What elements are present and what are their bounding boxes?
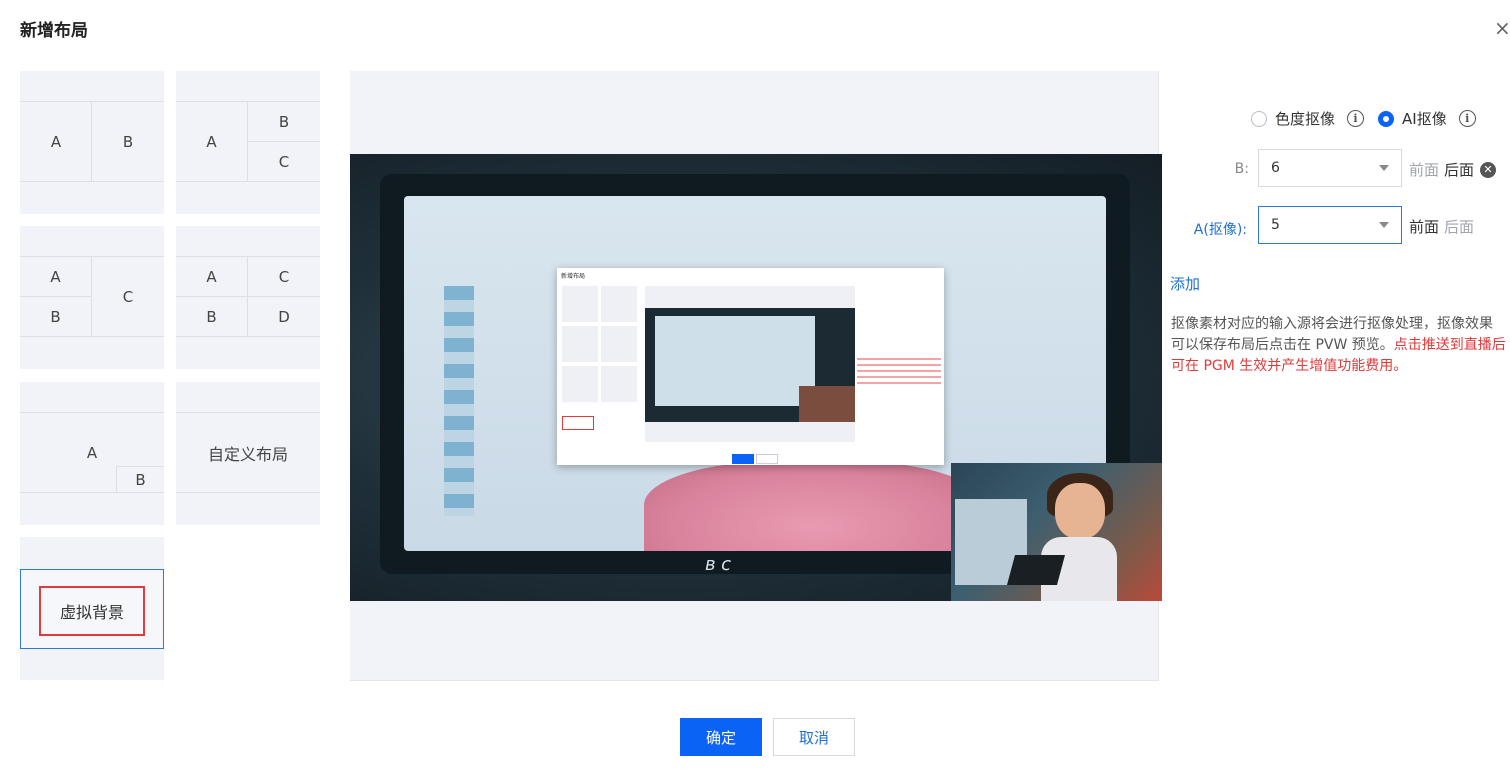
layout-frame: A B [20,412,164,493]
nested-preview [645,286,855,442]
source-b-order: 前面 后面 ✕ [1409,159,1497,180]
cell-b: B [206,307,217,326]
nested-cancel-button [756,454,778,464]
source-b-label: B: [1234,161,1249,177]
source-a-select[interactable]: 5 [1258,206,1402,244]
cell-d: D [278,307,290,326]
radio-chroma-key-label[interactable]: 色度抠像 [1275,108,1335,129]
nested-confirm-button [732,454,754,464]
matting-mode-group: 色度抠像 i AI抠像 i [1251,108,1490,129]
custom-layout-label: 自定义布局 [207,444,288,464]
source-b-back[interactable]: 后面 [1444,159,1474,180]
layout-tile-a-bc[interactable]: A B C [176,71,320,214]
source-b-value: 6 [1271,160,1280,176]
radio-ai-matting[interactable] [1378,110,1395,127]
source-a-order: 前面 后面 [1409,216,1474,237]
nested-dialog-title: 新增布局 [561,273,586,280]
dialog-title: 新增布局 [20,21,88,41]
virtual-background-label: 虚拟背景 [39,586,145,636]
matting-note: 抠像素材对应的输入源将会进行抠像处理，抠像效果可以保存布局后点击在 PVW 预览… [1171,314,1506,377]
radio-chroma-key[interactable] [1251,110,1267,127]
nested-dialog-screenshot: 新增布局 [557,268,944,465]
monitor-logo-graphic: ʙ ᴄ [705,554,732,575]
nested-virtual-bg-tile [562,416,594,430]
source-a-value: 5 [1271,217,1280,233]
settings-panel: 色度抠像 i AI抠像 i B: 6 前面 后面 ✕ A(抠像): 5 前面 后… [1159,71,1510,681]
cell-a: A [50,132,62,151]
preview-scene-pip [951,463,1162,601]
pip-person-face [1055,483,1105,539]
cell-c: C [122,287,134,306]
confirm-button[interactable]: 确定 [680,718,762,756]
radio-ai-matting-label[interactable]: AI抠像 [1402,108,1447,129]
source-a-front[interactable]: 前面 [1409,216,1439,237]
cell-c: C [278,152,290,171]
close-icon[interactable]: × [1494,18,1510,38]
layout-tile-pip[interactable]: A B [20,382,164,525]
layout-tile-virtual-background[interactable]: 虚拟背景 [20,537,164,680]
preview-scene-main: ʙ ᴄ 新增布局 [350,154,1162,601]
nested-tile [562,326,598,362]
layout-tile-custom[interactable]: 自定义布局 [176,382,320,525]
nested-tile [601,286,637,322]
info-icon[interactable]: i [1347,110,1365,127]
chevron-down-icon [1379,222,1389,228]
layout-frame: A B C [176,101,320,182]
nested-tile [562,286,598,322]
cell-a: A [206,132,217,151]
cell-b: B [278,112,290,131]
divider [247,257,248,336]
source-b-select[interactable]: 6 [1258,149,1402,187]
remove-icon[interactable]: ✕ [1480,161,1497,178]
nested-tile [601,326,637,362]
nested-pip [799,386,855,422]
layout-frame: 虚拟背景 [20,569,164,649]
layout-frame: A C B D [176,256,320,337]
screen-sidebar-graphic [444,286,474,516]
cell-b: B [50,307,61,326]
source-a-label: A(抠像): [1193,222,1247,238]
layout-tile-abcd[interactable]: A C B D [176,226,320,369]
info-icon[interactable]: i [1458,110,1476,127]
layout-tile-ab-c[interactable]: A B C [20,226,164,369]
layout-frame: 自定义布局 [176,412,320,493]
add-source-link[interactable]: 添加 [1170,273,1200,294]
cell-b: B [122,132,134,151]
layout-tile-ab[interactable]: A B [20,71,164,214]
nested-warning-text [857,358,941,388]
source-b-front[interactable]: 前面 [1409,159,1439,180]
cell-a: A [50,267,61,286]
nested-scene [645,308,855,422]
layout-preview: ʙ ᴄ 新增布局 [350,71,1162,681]
cancel-button[interactable]: 取消 [773,718,855,756]
pink-shirt-graphic [644,461,984,551]
cell-b: B [116,466,164,492]
nested-tile [562,366,598,402]
pip-laptop-graphic [1006,555,1066,585]
layout-frame: A B [20,101,164,182]
chevron-down-icon [1379,165,1389,171]
cell-c: C [278,267,290,286]
source-a-back[interactable]: 后面 [1444,216,1474,237]
nested-tile [601,366,637,402]
cell-a-label: A [86,443,98,462]
layout-frame: A B C [20,256,164,337]
nested-screen [655,316,815,406]
cell-a: A [206,267,217,286]
